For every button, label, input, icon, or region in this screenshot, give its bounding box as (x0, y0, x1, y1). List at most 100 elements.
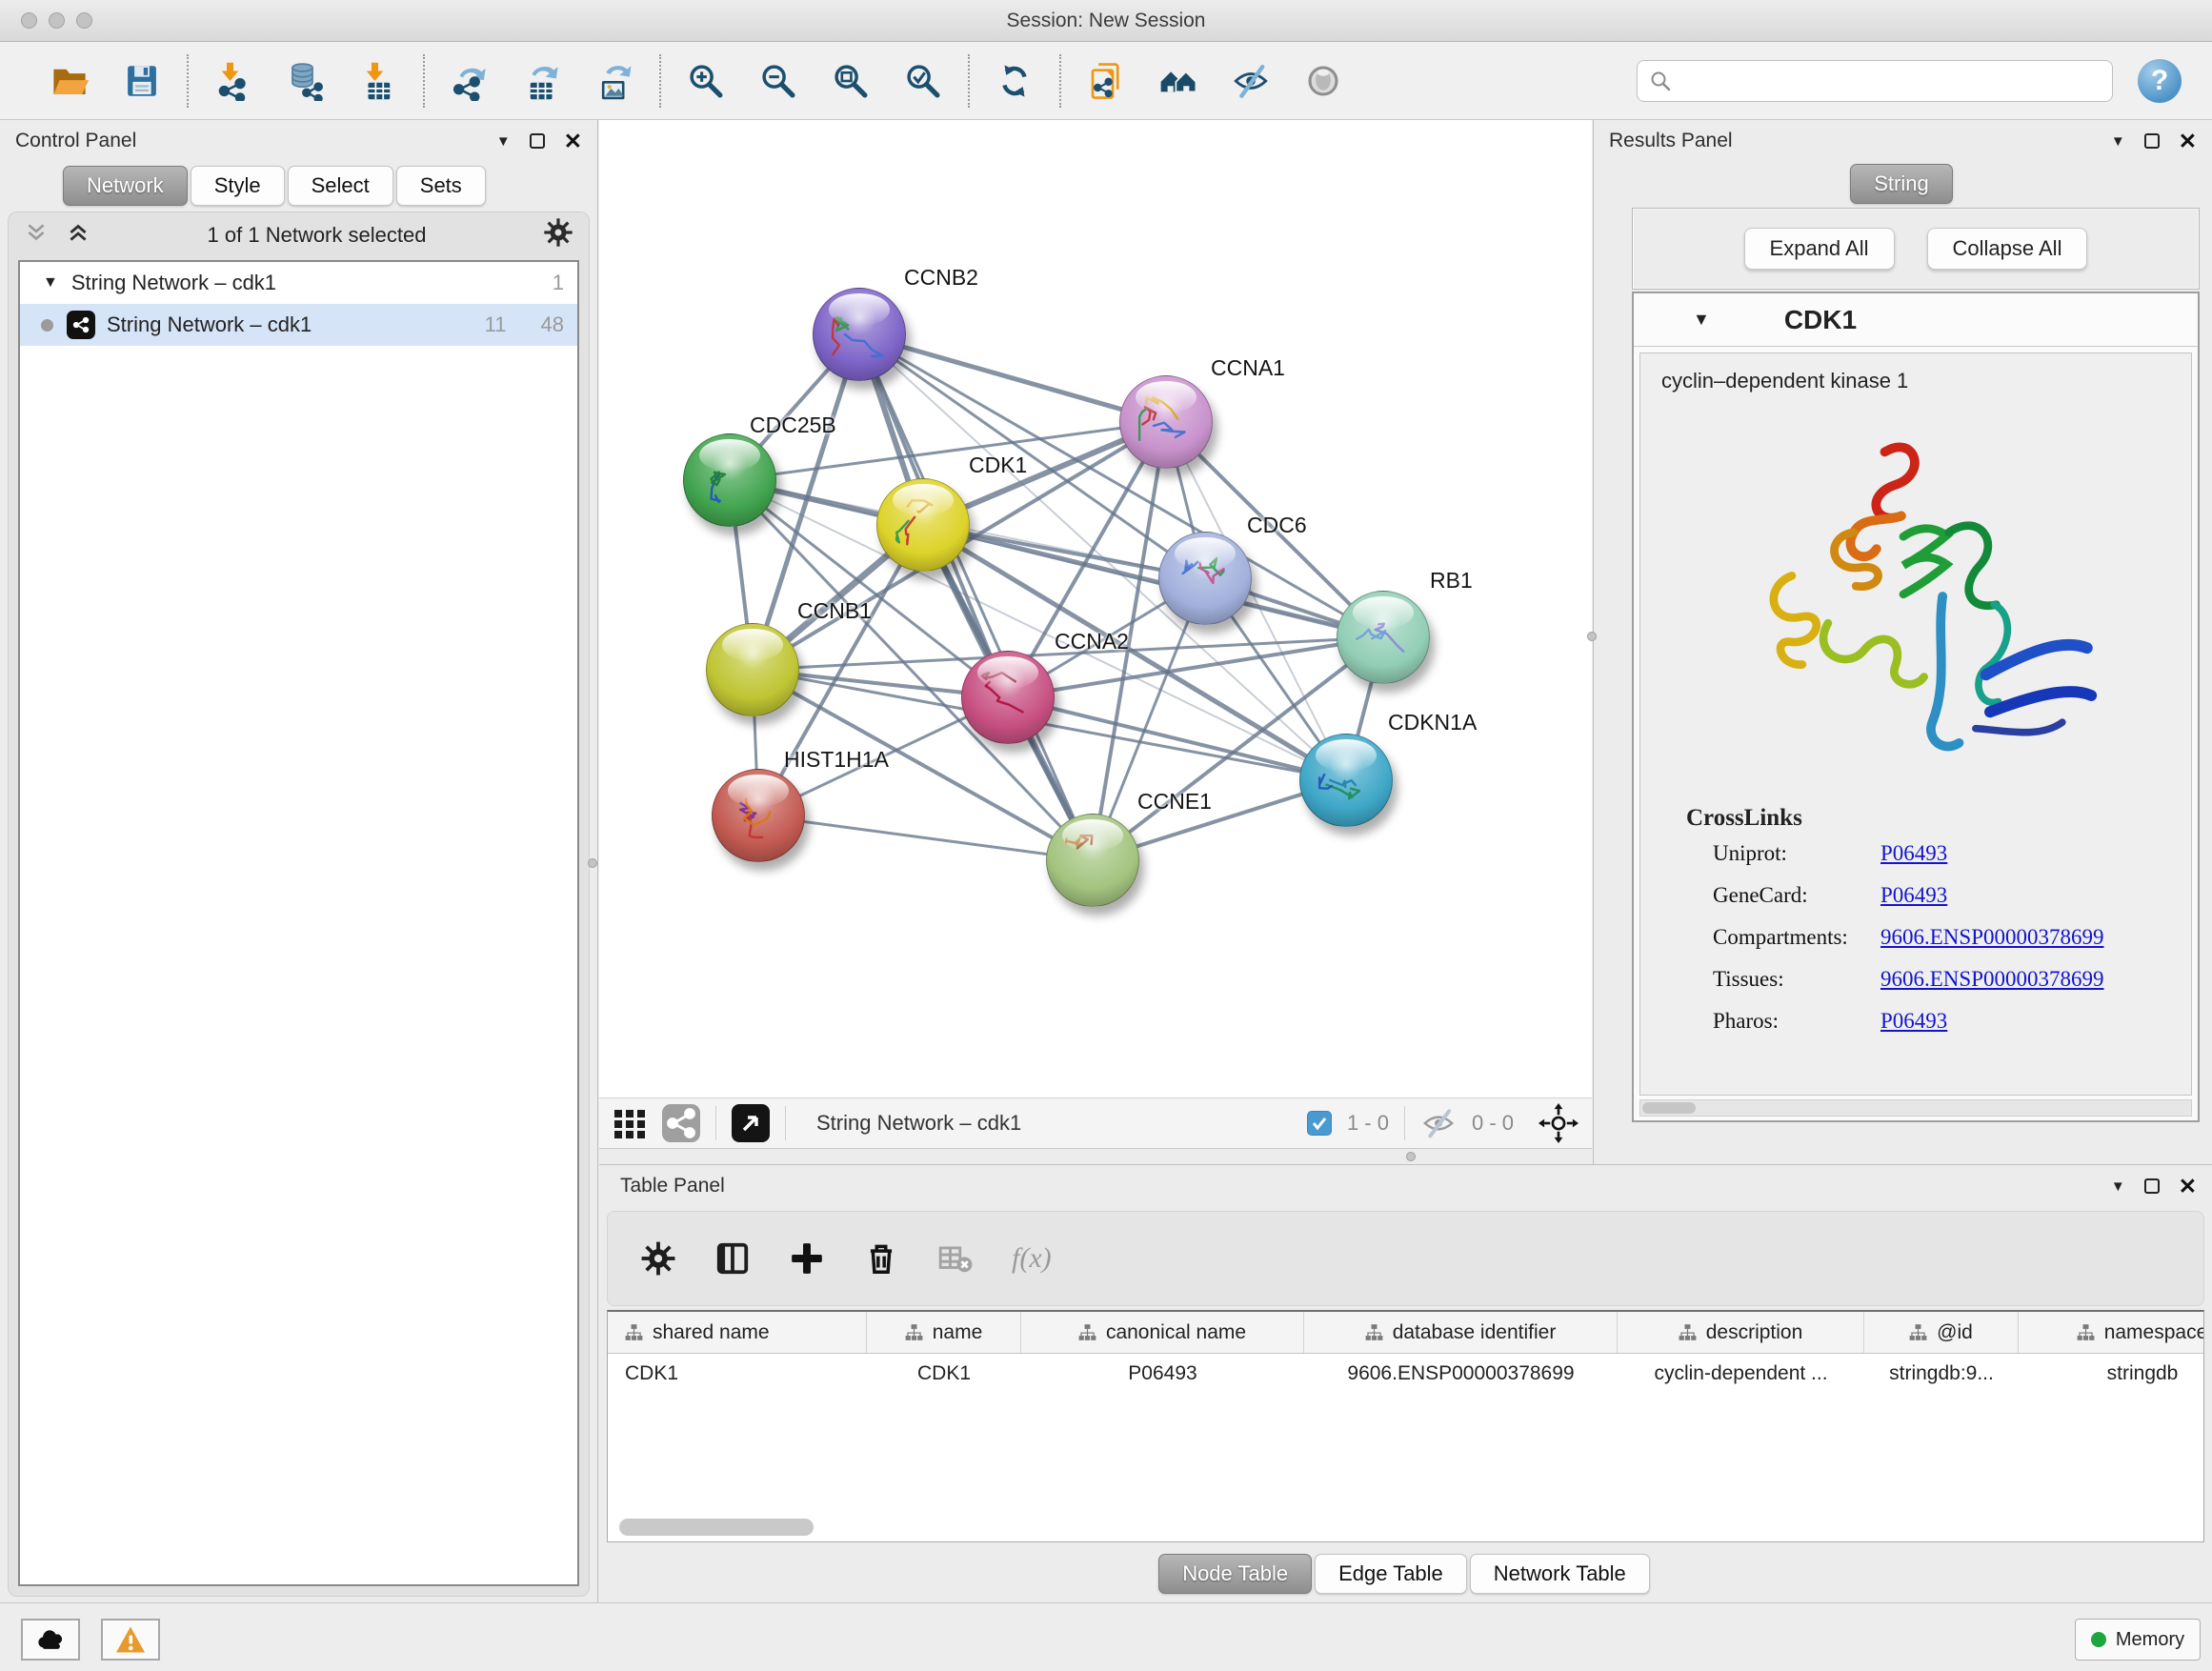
tab-edge-table[interactable]: Edge Table (1315, 1554, 1467, 1594)
protein-expander-icon[interactable]: ▼ (1693, 310, 1710, 330)
add-column-icon[interactable] (789, 1240, 825, 1277)
presentation-sphere-icon[interactable] (1301, 59, 1345, 103)
import-table-icon[interactable] (356, 59, 400, 103)
table-column-header-name[interactable]: name (867, 1312, 1021, 1353)
delete-column-icon[interactable] (863, 1240, 899, 1277)
network-node-cdkn1a[interactable] (1299, 734, 1393, 827)
import-database-icon[interactable] (284, 59, 328, 103)
network-edge[interactable] (758, 815, 1093, 860)
tab-string[interactable]: String (1850, 164, 1952, 204)
hide-panels-eye-icon[interactable] (1229, 59, 1273, 103)
share-view-icon[interactable] (662, 1104, 700, 1142)
table-column-header-namespace[interactable]: namespace (2019, 1312, 2204, 1353)
float-panel-icon[interactable] (2144, 1178, 2160, 1194)
export-image-icon[interactable] (593, 59, 636, 103)
homes-icon[interactable] (1156, 59, 1200, 103)
float-panel-icon[interactable] (530, 133, 545, 149)
tab-select[interactable]: Select (288, 166, 393, 206)
tree-expander-icon[interactable]: ▼ (43, 274, 58, 292)
table-column-header-database-identifier[interactable]: database identifier (1304, 1312, 1618, 1353)
close-panel-icon[interactable]: ✕ (564, 131, 582, 152)
table-settings-gear-icon[interactable] (640, 1240, 676, 1277)
network-view-canvas[interactable]: CCNB2CCNA1CDC25BCDK1CDC6RB1CCNB1CCNA2CDK… (599, 120, 1592, 1097)
table-panel-title: Table Panel (620, 1175, 725, 1198)
results-hscroll-thumb[interactable] (1642, 1102, 1696, 1114)
gear-icon[interactable] (543, 217, 573, 253)
selected-checkbox-icon[interactable] (1307, 1111, 1332, 1136)
tab-node-table[interactable]: Node Table (1158, 1554, 1312, 1594)
zoom-fit-icon[interactable] (829, 59, 873, 103)
tab-style[interactable]: Style (191, 166, 285, 206)
left-splitter-handle[interactable] (588, 858, 597, 868)
memory-button[interactable]: Memory (2075, 1619, 2201, 1661)
table-cell[interactable]: 9606.ENSP00000378699 (1304, 1354, 1618, 1394)
birdseye-view-icon[interactable] (732, 1104, 770, 1142)
zoom-out-icon[interactable] (756, 59, 800, 103)
zoom-in-icon[interactable] (684, 59, 728, 103)
close-panel-icon[interactable]: ✕ (2179, 131, 2197, 152)
table-cell[interactable]: CDK1 (867, 1354, 1021, 1394)
tab-sets[interactable]: Sets (396, 166, 486, 206)
results-hscrollbar[interactable] (1639, 1099, 2192, 1117)
crosslink-link[interactable]: P06493 (1880, 1009, 1947, 1034)
network-collection-row[interactable]: ▼ String Network – cdk1 1 (20, 262, 577, 304)
open-session-icon[interactable] (48, 59, 91, 103)
table-hscroll-thumb[interactable] (619, 1519, 814, 1536)
help-icon[interactable]: ? (2138, 59, 2182, 103)
horizontal-splitter-handle[interactable] (1406, 1152, 1416, 1161)
expand-all-rows-icon[interactable] (24, 220, 49, 251)
expand-all-button[interactable]: Expand All (1744, 228, 1895, 270)
network-node-ccna2[interactable] (961, 651, 1055, 744)
network-node-cdc6[interactable] (1158, 532, 1252, 625)
table-column-header-shared-name[interactable]: shared name (608, 1312, 867, 1353)
refresh-icon[interactable] (993, 59, 1036, 103)
table-column-header-canonical-name[interactable]: canonical name (1021, 1312, 1304, 1353)
save-session-icon[interactable] (120, 59, 164, 103)
crosslink-link[interactable]: P06493 (1880, 841, 1947, 866)
close-panel-icon[interactable]: ✕ (2179, 1176, 2197, 1198)
collapse-all-button[interactable]: Collapse All (1927, 228, 2088, 270)
network-node-ccnb1[interactable] (706, 623, 799, 716)
collapse-all-rows-icon[interactable] (66, 220, 90, 251)
panel-menu-icon[interactable]: ▼ (2111, 1178, 2125, 1195)
crosslink-link[interactable]: 9606.ENSP00000378699 (1880, 967, 2104, 992)
import-network-icon[interactable] (211, 59, 255, 103)
table-cell[interactable]: stringdb (2019, 1354, 2204, 1394)
table-column-header-@id[interactable]: @id (1864, 1312, 2019, 1353)
tab-network-table[interactable]: Network Table (1470, 1554, 1650, 1594)
table-cell[interactable]: P06493 (1021, 1354, 1304, 1394)
network-node-cdc25b[interactable] (683, 433, 776, 527)
panel-menu-icon[interactable]: ▼ (496, 133, 511, 150)
tab-network[interactable]: Network (63, 166, 188, 206)
table-column-header-description[interactable]: description (1618, 1312, 1864, 1353)
search-input[interactable] (1679, 70, 2101, 91)
export-network-icon[interactable] (448, 59, 492, 103)
grid-view-icon[interactable] (613, 1106, 647, 1140)
crosslink-link[interactable]: 9606.ENSP00000378699 (1880, 925, 2104, 950)
table-cell[interactable]: cyclin-dependent ... (1618, 1354, 1864, 1394)
warning-button[interactable] (101, 1619, 160, 1661)
network-edge[interactable] (859, 334, 1166, 422)
right-splitter-handle[interactable] (1587, 632, 1597, 641)
clone-network-icon[interactable] (1084, 59, 1128, 103)
network-node-ccna1[interactable] (1119, 375, 1213, 469)
network-node-rb1[interactable] (1337, 591, 1430, 684)
memory-status-dot (2091, 1632, 2106, 1647)
cloud-button[interactable] (21, 1619, 80, 1661)
network-node-ccnb2[interactable] (813, 288, 906, 381)
network-node-cdk1[interactable] (876, 478, 970, 572)
table-cell[interactable]: stringdb:9... (1864, 1354, 2019, 1394)
network-node-hist1h1a[interactable] (712, 769, 805, 862)
hidden-eye-icon[interactable] (1420, 1105, 1457, 1141)
network-node-ccne1[interactable] (1046, 814, 1139, 907)
network-edge[interactable] (859, 334, 1093, 860)
crosslink-link[interactable]: P06493 (1880, 883, 1947, 908)
network-row[interactable]: String Network – cdk1 11 48 (20, 304, 577, 346)
show-columns-icon[interactable] (714, 1240, 751, 1277)
table-cell[interactable]: CDK1 (608, 1354, 867, 1394)
panel-menu-icon[interactable]: ▼ (2111, 133, 2125, 150)
pan-crosshair-icon[interactable] (1538, 1103, 1579, 1143)
float-panel-icon[interactable] (2144, 133, 2160, 149)
export-table-icon[interactable] (520, 59, 564, 103)
zoom-selected-icon[interactable] (901, 59, 945, 103)
